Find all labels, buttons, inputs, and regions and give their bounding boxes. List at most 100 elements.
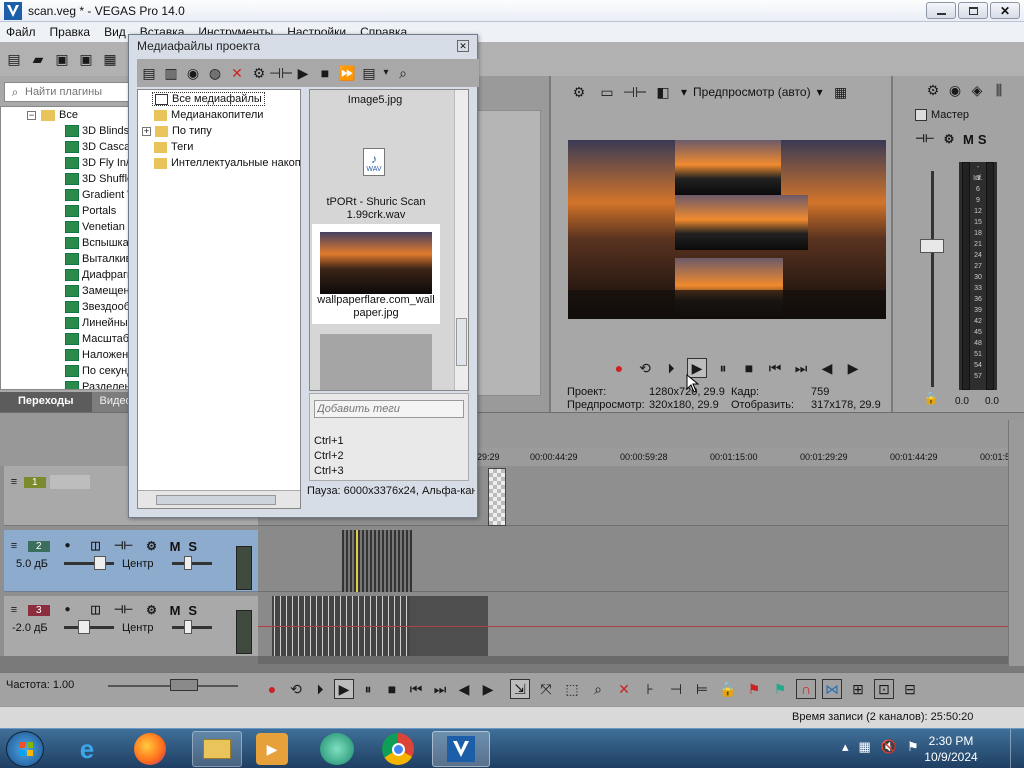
media-file-image5[interactable]: Image5.jpg [310, 94, 440, 106]
open-folder-icon[interactable]: ▰ [28, 49, 48, 69]
trim-end-icon[interactable]: ⊣ [666, 679, 686, 699]
tray-flag-icon[interactable]: ⚑ [907, 739, 919, 755]
lock-icon[interactable]: 🔒 [718, 679, 738, 699]
effect-item[interactable]: Наложение [1, 347, 131, 363]
start-button[interactable] [6, 731, 44, 767]
save-as-icon[interactable]: ▣ [76, 49, 96, 69]
plugin-search-input[interactable] [25, 86, 125, 98]
new-project-icon[interactable]: ▤ [4, 49, 24, 69]
tab-video-fx[interactable]: Видео FX [92, 392, 132, 412]
show-desktop-button[interactable] [1010, 729, 1024, 768]
loop-icon[interactable]: ⟲ [635, 358, 655, 378]
tray-clock[interactable]: 2:30 PM 10/9/2024 [918, 733, 984, 765]
effect-item[interactable]: Portals [1, 203, 131, 219]
go-to-start-icon[interactable]: ⏮ [406, 679, 426, 699]
master-checkbox[interactable] [915, 109, 927, 121]
go-to-end-icon[interactable]: ⏭ [430, 679, 450, 699]
next-frame-icon[interactable]: ▶ [843, 358, 863, 378]
tray-expand-icon[interactable]: ▴ [842, 739, 849, 755]
track-menu-icon[interactable]: ≡ [8, 472, 20, 492]
auto-preview-icon[interactable]: ⏩ [337, 63, 357, 83]
maximize-button[interactable] [958, 2, 988, 19]
effect-item[interactable]: Venetian Blinds [1, 219, 131, 235]
overlays-icon[interactable]: ◧ [653, 82, 673, 102]
effect-item[interactable]: 3D Blinds [1, 123, 131, 139]
loop-icon[interactable]: ⟲ [286, 679, 306, 699]
solo-button[interactable]: S [188, 603, 197, 618]
track-menu-icon[interactable]: ≡ [8, 600, 20, 620]
media-window-titlebar[interactable]: Медиафайлы проекта ✕ [129, 35, 477, 57]
taskbar-explorer-icon[interactable] [192, 731, 242, 767]
save-icon[interactable]: ▣ [52, 49, 72, 69]
tray-volume-icon[interactable]: 🔇 [881, 739, 897, 755]
marker-icon[interactable]: ⚑ [744, 679, 764, 699]
preview-quality-dropdown[interactable]: ▾ Предпросмотр (авто) ▾ [681, 85, 823, 99]
automation-icon[interactable]: ⊣⊢ [114, 600, 134, 620]
volume-knob[interactable] [94, 556, 106, 570]
media-generators-icon[interactable]: ⊣⊢ [269, 63, 293, 83]
external-monitor-icon[interactable]: ▭ [597, 82, 617, 102]
pause-icon[interactable]: ⏸ [713, 358, 733, 378]
stop-icon[interactable]: ■ [739, 358, 759, 378]
effect-item[interactable]: Масштабирование [1, 331, 131, 347]
ripple-edit-icon[interactable]: ⊞ [848, 679, 868, 699]
media-window-close-button[interactable]: ✕ [457, 40, 469, 52]
video-event-transition[interactable] [488, 468, 506, 526]
menu-view[interactable]: Вид [104, 25, 126, 39]
record-icon[interactable]: ● [609, 358, 629, 378]
track-menu-icon[interactable]: ≡ [8, 536, 20, 556]
track-header-audio-2[interactable]: ≡ 2 ● ◫ ⊣⊢ ⚙ M S 5.0 дБ Центр [4, 530, 258, 592]
media-file-wav[interactable]: tPORt - Shuric Scan 1.99crk.wav [314, 196, 438, 222]
audio-event-2[interactable] [342, 530, 412, 592]
master-fx-icon[interactable]: ⚙ [939, 129, 959, 149]
effect-item[interactable]: 3D Cascade [1, 139, 131, 155]
effect-item[interactable]: Диафрагма [1, 267, 131, 283]
tree-item-smart-bins[interactable]: Интеллектуальные накопители [154, 157, 300, 169]
menu-file[interactable]: Файл [6, 25, 36, 39]
tag-shortcut[interactable]: Ctrl+1 [314, 434, 344, 449]
views-dropdown-icon[interactable]: ▾ [381, 63, 391, 83]
tray-network-icon[interactable]: ▦ [859, 739, 871, 755]
taskbar-vegas-icon[interactable] [432, 731, 490, 767]
automation-icon[interactable]: ⊣⊢ [114, 536, 134, 556]
timeline-vscroll[interactable] [1008, 420, 1024, 666]
mute-button[interactable]: M [170, 539, 181, 554]
arm-record-icon[interactable]: ● [58, 536, 78, 556]
effect-item[interactable]: 3D Fly In/Out [1, 155, 131, 171]
effect-item[interactable]: Замещение [1, 283, 131, 299]
effect-item[interactable]: Разделение [1, 379, 131, 389]
trim-start-icon[interactable]: ⊦ [640, 679, 660, 699]
capture-video-icon[interactable]: ▥ [161, 63, 181, 83]
tree-item-by-type[interactable]: + По типу [142, 125, 212, 137]
media-stop-icon[interactable]: ■ [315, 63, 335, 83]
snapping-icon[interactable]: ∩ [796, 679, 816, 699]
media-file-placeholder[interactable] [320, 334, 432, 390]
views-icon[interactable]: ▤ [359, 63, 379, 83]
mute-button[interactable]: M [170, 603, 181, 618]
volume-slider[interactable] [64, 562, 114, 565]
tag-shortcut[interactable]: Ctrl+2 [314, 449, 344, 464]
track-header-audio-3[interactable]: ≡ 3 ● ◫ ⊣⊢ ⚙ M S -2.0 дБ Центр [4, 596, 258, 656]
tree-root-label[interactable]: Все [59, 109, 78, 121]
tree-item-tags[interactable]: Теги [154, 141, 193, 153]
stop-icon[interactable]: ■ [382, 679, 402, 699]
web-media-icon[interactable]: ◍ [205, 63, 225, 83]
downmix-icon[interactable]: ◉ [945, 80, 965, 100]
media-search-icon[interactable]: ⌕ [393, 63, 413, 83]
close-button[interactable]: ✕ [990, 2, 1020, 19]
rate-slider-thumb[interactable] [170, 679, 198, 691]
prev-frame-icon[interactable]: ◀ [454, 679, 474, 699]
effect-item[interactable]: 3D Shuffle [1, 171, 131, 187]
pan-knob[interactable] [184, 556, 192, 570]
effect-item[interactable]: Выталкивание [1, 251, 131, 267]
media-fx-icon[interactable]: ⚙ [249, 63, 269, 83]
timeline-hscroll[interactable] [258, 656, 1008, 664]
taskbar-chrome-icon[interactable] [382, 733, 414, 765]
ignore-grouping-icon[interactable]: ⊟ [900, 679, 920, 699]
effect-item[interactable]: Вспышка [1, 235, 131, 251]
volume-knob[interactable] [78, 620, 90, 634]
master-solo-button[interactable]: S [978, 132, 987, 147]
track-fx-icon[interactable]: ⚙ [142, 536, 162, 556]
tree-item-media-bins[interactable]: Медианакопители [154, 109, 263, 121]
tree-item-all-media[interactable]: Все медиафайлы [152, 92, 265, 106]
